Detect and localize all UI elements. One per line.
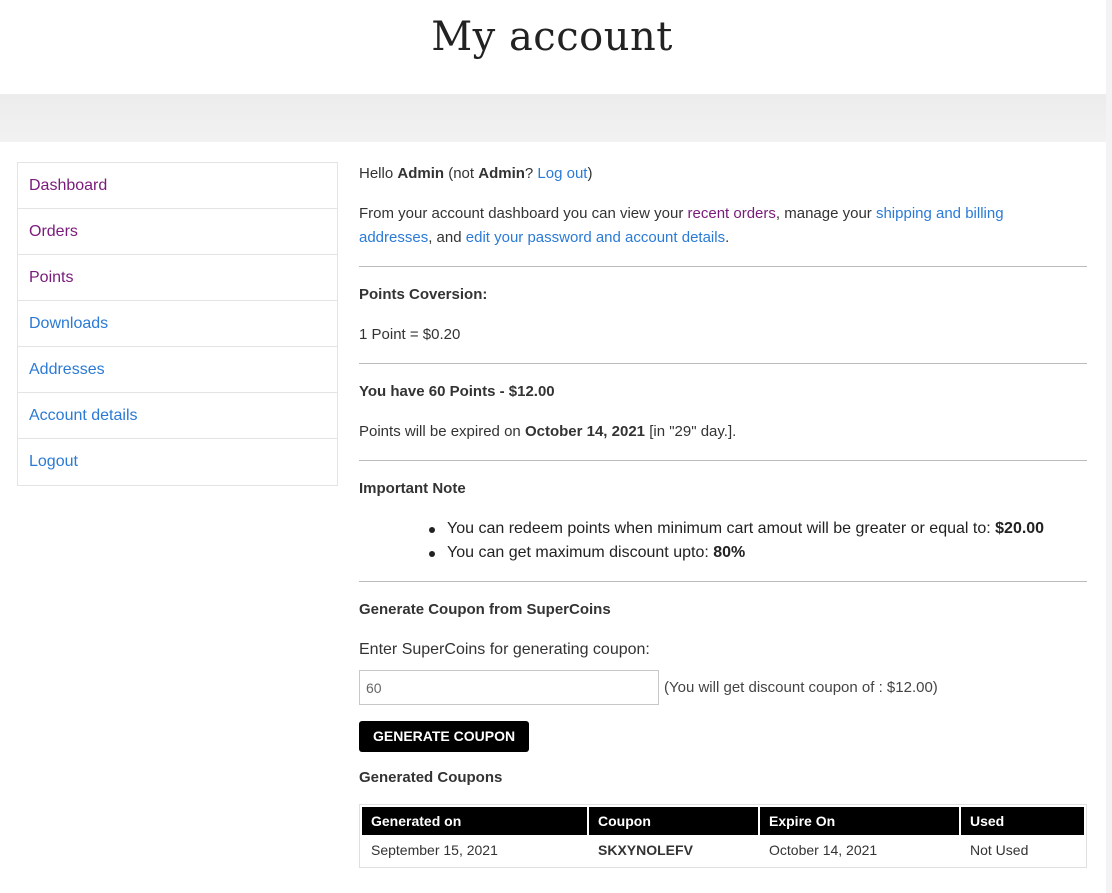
divider — [359, 581, 1087, 582]
points-conversion-rate: 1 Point = $0.20 — [359, 326, 461, 343]
expiry-date: October 14, 2021 — [524, 423, 646, 440]
cell-coupon-code: SKXYNOLEFV — [598, 842, 693, 858]
greeting-hello: Hello — [359, 165, 394, 182]
generate-coupon-heading: Generate Coupon from SuperCoins — [359, 601, 611, 618]
nav-item-downloads[interactable]: Downloads — [18, 301, 337, 347]
supercoins-input-row: (You will get discount coupon of : $12.0… — [359, 670, 1087, 705]
nav-item-label: Downloads — [29, 314, 109, 332]
table-header-row: Generated on Coupon Expire On Used — [362, 807, 1084, 835]
cell-used: Not Used — [970, 842, 1029, 858]
dashboard-intro: From your account dashboard you can view… — [359, 202, 1087, 250]
nav-item-label: Points — [29, 268, 74, 286]
column-header-generated-on: Generated on — [362, 807, 589, 835]
points-expiry: Points will be expired on October 14, 20… — [359, 420, 1087, 444]
nav-item-label: Addresses — [29, 360, 105, 378]
nav-item-points[interactable]: Points — [18, 255, 337, 301]
greeting-username-2: Admin — [478, 165, 525, 182]
intro-text-3: , and — [428, 229, 462, 246]
intro-text-2: , manage your — [775, 205, 872, 222]
divider — [359, 266, 1087, 267]
expiry-prefix: Points will be expired on — [359, 423, 521, 440]
nav-item-label: Account details — [29, 406, 138, 424]
page-title: My account — [431, 14, 673, 60]
page-header: My account — [0, 0, 1112, 94]
addresses-link-line2: addresses — [359, 229, 429, 246]
important-note-heading: Important Note — [359, 480, 466, 497]
column-header-coupon: Coupon — [589, 807, 760, 835]
points-conversion-heading: Points Coversion: — [359, 286, 488, 303]
supercoins-input-label: Enter SuperCoins for generating coupon: — [359, 641, 650, 658]
header-band — [0, 94, 1106, 142]
cell-generated-on: September 15, 2021 — [371, 842, 498, 858]
note-text: You can redeem points when minimum cart … — [447, 520, 991, 537]
addresses-link-line1: shipping and billing — [875, 205, 1004, 222]
cell-expire-on: October 14, 2021 — [769, 842, 878, 858]
greeting-question: ? — [524, 165, 534, 182]
note-text: You can get maximum discount upto: — [447, 544, 709, 561]
account-details-link[interactable]: edit your password and account details — [466, 229, 725, 246]
greeting-close: ) — [587, 165, 593, 182]
important-note-list: You can redeem points when minimum cart … — [425, 517, 1087, 565]
coupons-table-wrapper: Generated on Coupon Expire On Used Septe… — [359, 804, 1087, 868]
greeting: Hello Admin (not Admin? Log out) — [359, 162, 1087, 186]
note-value: 80% — [713, 544, 746, 561]
logout-link[interactable]: Log out — [537, 165, 587, 182]
coupons-table: Generated on Coupon Expire On Used Septe… — [362, 807, 1084, 865]
nav-item-label: Orders — [29, 222, 78, 240]
account-navigation: Dashboard Orders Points Downloads Addres… — [17, 162, 338, 486]
nav-item-label: Dashboard — [29, 176, 108, 194]
account-content: Hello Admin (not Admin? Log out) From yo… — [359, 160, 1087, 868]
discount-hint: (You will get discount coupon of : $12.0… — [664, 679, 938, 696]
table-row: September 15, 2021 SKXYNOLEFV October 14… — [362, 835, 1084, 865]
scrollbar-track[interactable] — [1106, 0, 1112, 893]
points-balance-heading: You have 60 Points - $12.00 — [359, 383, 555, 400]
nav-item-dashboard[interactable]: Dashboard — [18, 163, 337, 209]
supercoins-input[interactable] — [359, 670, 659, 705]
intro-text-1: From your account dashboard you can view… — [359, 205, 684, 222]
greeting-not: (not — [448, 165, 475, 182]
greeting-username: Admin — [397, 165, 445, 182]
nav-item-orders[interactable]: Orders — [18, 209, 337, 255]
column-header-expire-on: Expire On — [760, 807, 961, 835]
nav-item-label: Logout — [29, 453, 78, 470]
divider — [359, 460, 1087, 461]
recent-orders-link[interactable]: recent orders — [688, 205, 776, 222]
divider — [359, 363, 1087, 364]
column-header-used: Used — [961, 807, 1084, 835]
generate-coupon-button[interactable]: GENERATE COUPON — [359, 721, 530, 752]
list-item: You can redeem points when minimum cart … — [425, 517, 1087, 541]
nav-item-logout[interactable]: Logout — [18, 439, 337, 485]
intro-text-4: . — [725, 229, 730, 246]
generated-coupons-heading: Generated Coupons — [359, 769, 503, 786]
nav-item-account-details[interactable]: Account details — [18, 393, 337, 439]
note-value: $20.00 — [995, 520, 1045, 537]
expiry-suffix: [in "29" day.]. — [649, 423, 737, 440]
list-item: You can get maximum discount upto: 80% — [425, 541, 1087, 565]
nav-item-addresses[interactable]: Addresses — [18, 347, 337, 393]
